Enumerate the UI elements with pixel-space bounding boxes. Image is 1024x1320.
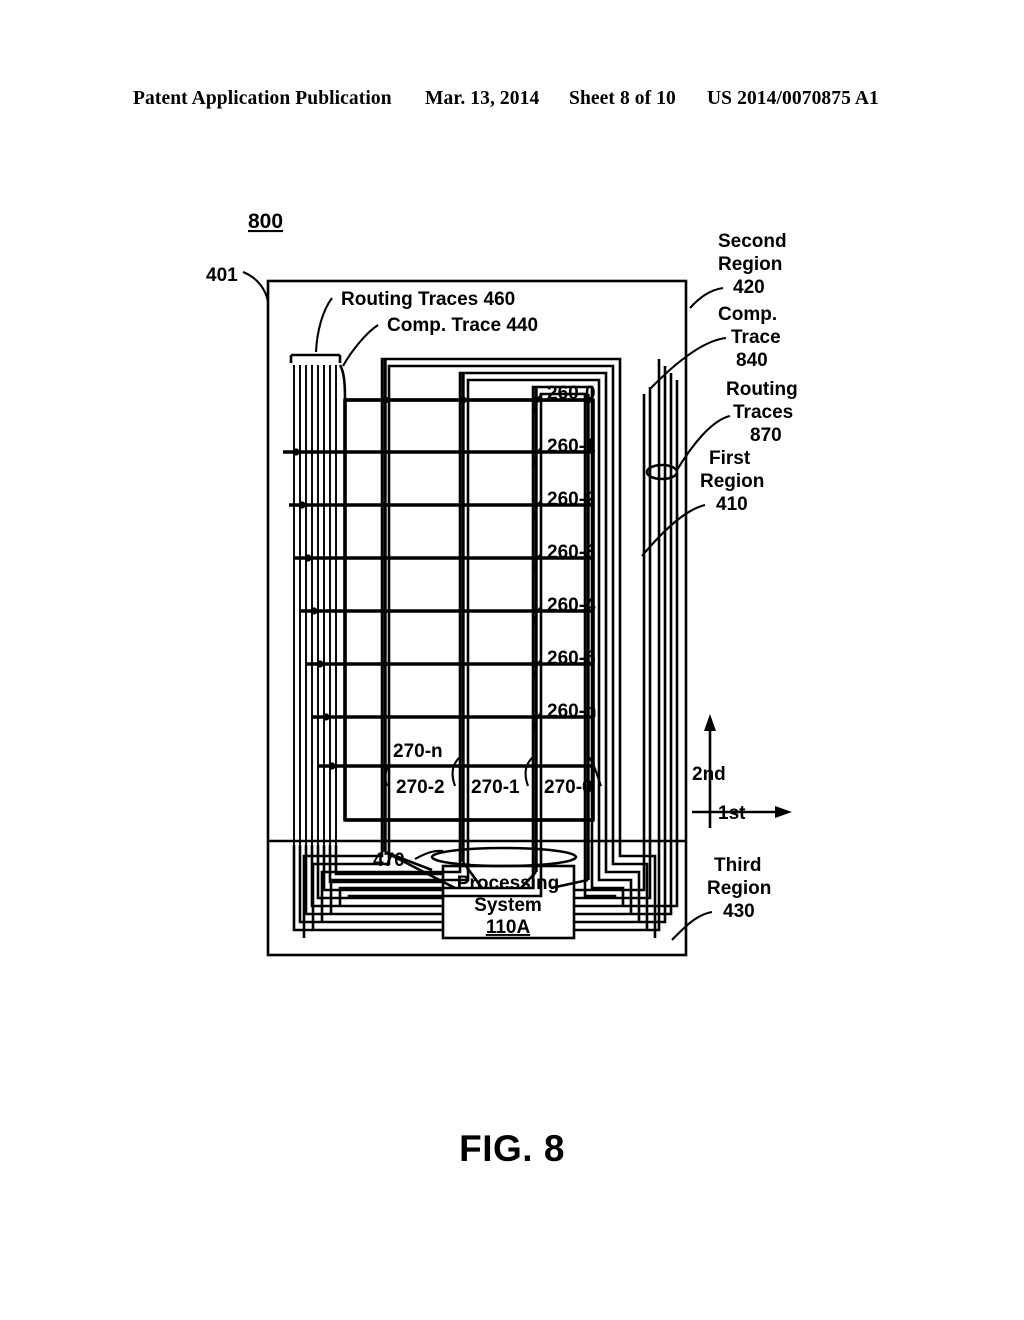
label-comp-trace-840-line2: Trace — [731, 327, 781, 348]
figure-drawing: 800 401 470 Processing System 110A Routi… — [206, 210, 798, 957]
ref-401-label: 401 — [206, 265, 238, 286]
label-routing-traces-870-line2: Traces — [733, 402, 793, 423]
comp-trace-loop-1 — [302, 357, 657, 938]
axis-arrow-right — [775, 806, 792, 818]
leader-third-region-430 — [671, 910, 713, 941]
patent-page: Patent Application Publication Mar. 13, … — [0, 0, 1024, 1320]
label-270-1: 270-1 — [471, 777, 520, 798]
leader-first-region-410 — [641, 503, 706, 557]
label-first-region-num: 410 — [716, 494, 748, 515]
figure-ref-800: 800 — [248, 210, 283, 233]
axis-indicator: 2nd 1st — [692, 714, 792, 828]
label-260-4: 260-4 — [547, 595, 596, 616]
label-third-region-line2: Region — [707, 878, 771, 899]
ref-401-leader — [242, 271, 270, 303]
label-260-3: 260-3 — [547, 542, 596, 563]
sensor-bus-470-ellipse — [430, 846, 578, 868]
processing-system-line2: System — [474, 895, 542, 916]
label-third-region-num: 430 — [723, 901, 755, 922]
label-routing-traces-870-line1: Routing — [726, 379, 798, 400]
leader-comp-trace-840 — [649, 336, 727, 390]
label-260-n: 260-n — [547, 701, 597, 722]
axis-label-1st: 1st — [718, 803, 746, 824]
figure-caption: FIG. 8 — [459, 1128, 565, 1169]
label-270-0: 270-0 — [544, 777, 593, 798]
axis-arrow-up — [704, 714, 716, 731]
label-comp-trace-840-num: 840 — [736, 350, 768, 371]
ref-470-label: 470 — [373, 850, 405, 871]
label-comp-trace-440: Comp. Trace 440 — [387, 315, 538, 336]
routing-traces-460-comb — [289, 353, 342, 845]
label-second-region-line1: Second — [718, 231, 787, 252]
routing-trace-bend — [338, 364, 347, 401]
processing-system-line1: Processing — [457, 873, 559, 894]
label-270-n: 270-n — [393, 741, 443, 762]
label-260-0: 260-0 — [547, 383, 596, 404]
column-electrode-labels: 270-n 270-2 270-1 270-0 — [384, 741, 602, 798]
axis-label-2nd: 2nd — [692, 764, 726, 785]
label-second-region-line2: Region — [718, 254, 782, 275]
processing-system-ref-110a: 110A — [486, 917, 531, 938]
label-routing-traces-460: Routing Traces 460 — [341, 289, 515, 310]
label-260-2: 260-2 — [547, 489, 596, 510]
label-260-1: 260-1 — [547, 436, 596, 457]
label-first-region-line1: First — [709, 448, 751, 469]
label-third-region-line1: Third — [714, 855, 762, 876]
leader-routing-traces-460 — [314, 297, 333, 353]
leader-comp-trace-440 — [342, 324, 379, 367]
routing-traces-870-marker — [645, 463, 679, 481]
label-second-region-num: 420 — [733, 277, 765, 298]
label-first-region-line2: Region — [700, 471, 764, 492]
label-comp-trace-840-line1: Comp. — [718, 304, 777, 325]
label-routing-traces-870-num: 870 — [750, 425, 782, 446]
label-260-5: 260-5 — [547, 648, 596, 669]
label-270-2: 270-2 — [396, 777, 445, 798]
